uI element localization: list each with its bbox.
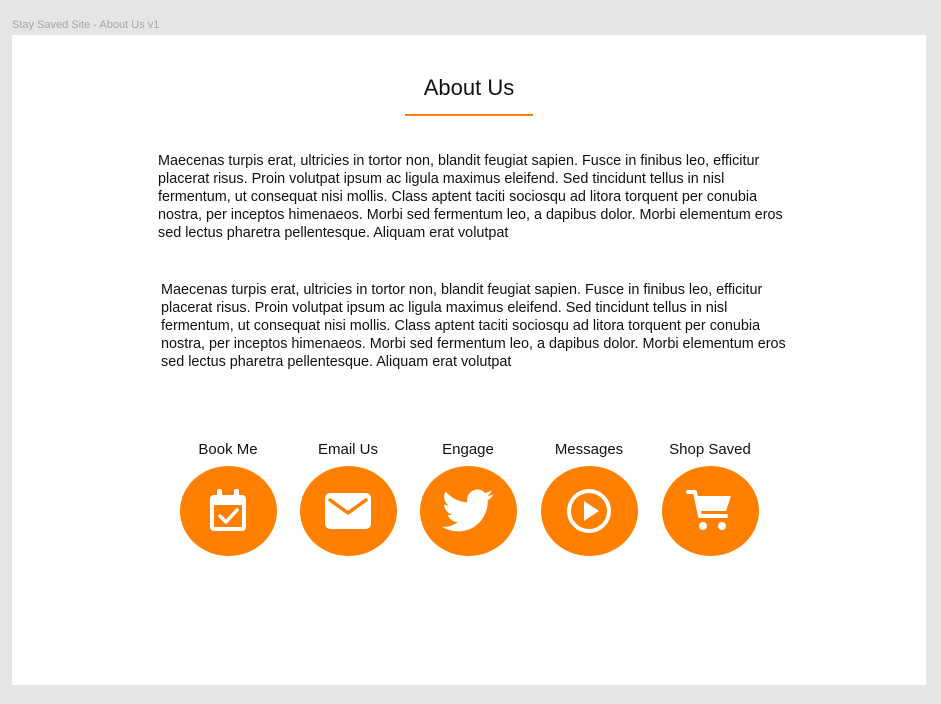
book-me-button[interactable] [179,466,277,556]
about-paragraph-1: Maecenas turpis erat, ultricies in torto… [158,153,783,241]
action-label-engage: Engage [442,441,494,458]
messages-button[interactable] [540,466,638,556]
shop-saved-button[interactable] [661,466,759,556]
action-email-us: Email Us [288,440,408,556]
action-label-shop-saved: Shop Saved [669,441,751,458]
action-label-book-me: Book Me [198,441,258,458]
frame-label: Stay Saved Site - About Us v1 [12,19,160,31]
about-paragraph-2: Maecenas turpis erat, ultricies in torto… [161,282,786,370]
action-book-me: Book Me [168,440,288,556]
envelope-icon [325,493,371,529]
calendar-check-icon [210,489,246,531]
page-title: About Us [423,75,515,100]
action-engage: Engage [408,440,528,556]
action-messages: Messages [529,440,649,556]
about-us-artboard: About Us Maecenas turpis erat, ultricies… [12,35,926,685]
email-us-button[interactable] [299,466,397,556]
action-shop-saved: Shop Saved [650,440,770,556]
twitter-bird-icon [442,489,494,532]
action-label-email-us: Email Us [317,441,378,458]
engage-button[interactable] [419,466,517,556]
title-underline [405,114,533,116]
shopping-cart-icon [686,490,731,530]
play-circle-icon [567,489,611,533]
action-label-messages: Messages [554,441,624,458]
